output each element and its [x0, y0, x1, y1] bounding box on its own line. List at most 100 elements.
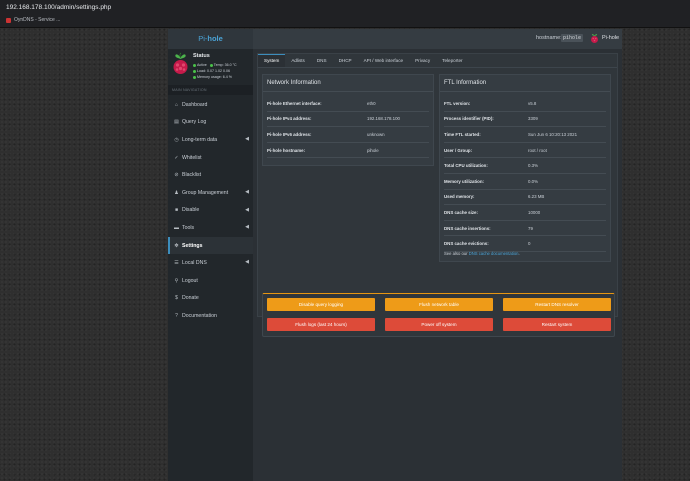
sidebar-item-whitelist[interactable]: ✓ Whitelist — [168, 149, 253, 167]
sidebar-item-settings[interactable]: ✲ Settings — [168, 236, 253, 255]
tab-teleporter[interactable]: Teleporter — [436, 54, 468, 67]
bookmark-item[interactable]: OynDNS - Service ... — [6, 17, 60, 23]
flush-network-table-button[interactable]: Flush network table — [385, 298, 493, 311]
info-label: DNS cache size: — [444, 209, 478, 215]
history-icon: ◷ — [174, 136, 179, 143]
sidebar-item-donate[interactable]: $ Donate — [168, 290, 253, 308]
info-value: 0.3% — [528, 163, 539, 169]
product-name[interactable]: Pi-hole — [602, 35, 619, 41]
stop-icon: ■ — [174, 207, 179, 214]
network-info-row: Pi-hole IPv6 address: unknown — [267, 127, 429, 143]
tab-adlists[interactable]: Adlists — [285, 54, 311, 67]
restart-dns-resolver-button[interactable]: Restart DNS resolver — [503, 298, 611, 311]
panel-divider — [440, 91, 610, 92]
brand-prefix: Pi- — [198, 34, 208, 43]
home-icon: ⌂ — [174, 101, 179, 108]
info-label: Pi-hole IPv4 address: — [267, 116, 312, 122]
info-label: DNS cache evictions: — [444, 241, 489, 247]
info-label: User / Group: — [444, 147, 473, 153]
ftl-info-row: Memory utilization: 0.0% — [444, 174, 606, 190]
sidebar-menu: ⌂ Dashboard ▤ Query Log ◷ Long-term data ◀ ✓ Whi… — [168, 96, 253, 325]
brand-suffix: hole — [207, 34, 223, 43]
system-actions-box: Disable query logging Flush network tabl… — [262, 293, 615, 337]
ftl-information-title: FTL Information — [444, 80, 487, 86]
sidebar-item-label: Documentation — [182, 312, 217, 319]
bookmark-favicon-icon — [6, 17, 11, 23]
info-value: unknown — [367, 131, 385, 137]
sidebar-item-label: Settings — [182, 242, 203, 249]
sidebar-item-dashboard[interactable]: ⌂ Dashboard — [168, 96, 253, 114]
user-icon: ⚲ — [174, 277, 179, 284]
info-label: Pi-hole IPv6 address: — [267, 131, 312, 137]
sidebar-item-tools[interactable]: ▬ Tools ◀ — [168, 219, 253, 237]
note-prefix: See also our — [444, 251, 469, 256]
power-off-system-button[interactable]: Power off system — [385, 318, 493, 331]
info-value: 79 — [528, 225, 533, 231]
sidebar-item-documentation[interactable]: ? Documentation — [168, 307, 253, 325]
sidebar-item-logout[interactable]: ⚲ Logout — [168, 272, 253, 290]
status-active: Active — [197, 63, 207, 67]
brand-logo[interactable]: Pi-hole — [168, 29, 253, 49]
note-suffix: . — [518, 251, 520, 256]
network-info-row: Pi-hole IPv4 address: 192.168.178.100 — [267, 112, 429, 128]
pihole-app: Pi-hole hostname: pihole Pi-hole Status … — [168, 29, 622, 481]
flush-logs-button[interactable]: Flush logs (last 24 hours) — [267, 318, 375, 331]
status-load: Load: 0.07 1.02 0.06 — [197, 69, 230, 73]
gears-icon: ✲ — [174, 242, 179, 249]
top-navbar: Pi-hole hostname: pihole Pi-hole — [168, 29, 622, 49]
info-label: Process identifier (PID): — [444, 116, 494, 122]
sidebar-item-group-management[interactable]: ♟ Group Management ◀ — [168, 184, 253, 202]
ftl-info-row: DNS cache evictions: 0 — [444, 236, 606, 252]
status-title: Status — [193, 53, 210, 59]
chevron-left-icon: ◀ — [245, 224, 249, 231]
sidebar-item-query-log[interactable]: ▤ Query Log — [168, 114, 253, 132]
bookmark-label: OynDNS - Service ... — [14, 17, 61, 23]
restart-system-button[interactable]: Restart system — [503, 318, 611, 331]
info-value: pihole — [367, 147, 379, 153]
ftl-info-row: User / Group: root / root — [444, 143, 606, 159]
network-info-row: Pi-hole hostname: pihole — [267, 143, 429, 159]
info-label: DNS cache insertions: — [444, 225, 491, 231]
disable-query-logging-button[interactable]: Disable query logging — [267, 298, 375, 311]
status-memory: Memory usage: 6.4 % — [197, 75, 232, 79]
raspberry-icon[interactable] — [590, 33, 599, 44]
main-content: System Adlists DNS DHCP API / Web interface P… — [253, 49, 622, 481]
status-active-line: Active Temp: 36.0 °C — [193, 63, 237, 67]
load-dot-icon — [193, 69, 196, 73]
tab-dns[interactable]: DNS — [311, 54, 333, 67]
ban-icon: ⊘ — [174, 172, 179, 179]
settings-tabs-box: System Adlists DNS DHCP API / Web interface P… — [257, 53, 618, 337]
sidebar-item-blacklist[interactable]: ⊘ Blacklist — [168, 166, 253, 184]
status-memory-line: Memory usage: 6.4 % — [193, 75, 232, 79]
ftl-info-row: Total CPU utilization: 0.3% — [444, 158, 606, 174]
settings-tabs: System Adlists DNS DHCP API / Web interface P… — [258, 54, 617, 68]
info-value: 192.168.178.100 — [367, 116, 400, 122]
ftl-information-panel: FTL Information FTL version: v5.8 Process … — [439, 74, 611, 262]
ftl-info-row: Used memory: 6.23 MB — [444, 190, 606, 206]
ftl-info-row: FTL version: v5.8 — [444, 96, 606, 112]
dns-cache-note: See also our DNS cache documentation. — [444, 251, 520, 256]
chevron-left-icon: ◀ — [245, 206, 249, 213]
info-label: Total CPU utilization: — [444, 163, 488, 169]
sidebar-item-disable[interactable]: ■ Disable ◀ — [168, 202, 253, 220]
sidebar-item-local-dns[interactable]: ☰ Local DNS ◀ — [168, 254, 253, 272]
sidebar-item-label: Whitelist — [182, 154, 202, 161]
tab-privacy[interactable]: Privacy — [409, 54, 436, 67]
tab-system[interactable]: System — [258, 54, 286, 67]
tab-dhcp[interactable]: DHCP — [333, 54, 358, 67]
address-bar[interactable]: 192.168.178.100/admin/settings.php — [6, 4, 111, 11]
ftl-info-row: Time FTL started: Sun Jun 6 10:20:13 2021 — [444, 127, 606, 143]
status-dot-icon — [193, 63, 196, 67]
sidebar-item-label: Tools — [182, 224, 195, 231]
info-label: Memory utilization: — [444, 178, 485, 184]
tab-api-web-interface[interactable]: API / Web interface — [358, 54, 410, 67]
info-label: Time FTL started: — [444, 131, 481, 137]
info-label: Pi-hole hostname: — [267, 147, 306, 153]
browser-toolbar: 192.168.178.100/admin/settings.php OynDN… — [0, 0, 690, 28]
dns-cache-documentation-link[interactable]: DNS cache documentation — [469, 251, 519, 256]
address-book-icon: ☰ — [174, 260, 179, 267]
sidebar-item-label: Dashboard — [182, 101, 208, 108]
status-panel: Status Active Temp: 36.0 °C Load: 0.07 1… — [168, 49, 253, 89]
sidebar-item-long-term-data[interactable]: ◷ Long-term data ◀ — [168, 131, 253, 149]
info-value: v5.8 — [528, 100, 537, 106]
